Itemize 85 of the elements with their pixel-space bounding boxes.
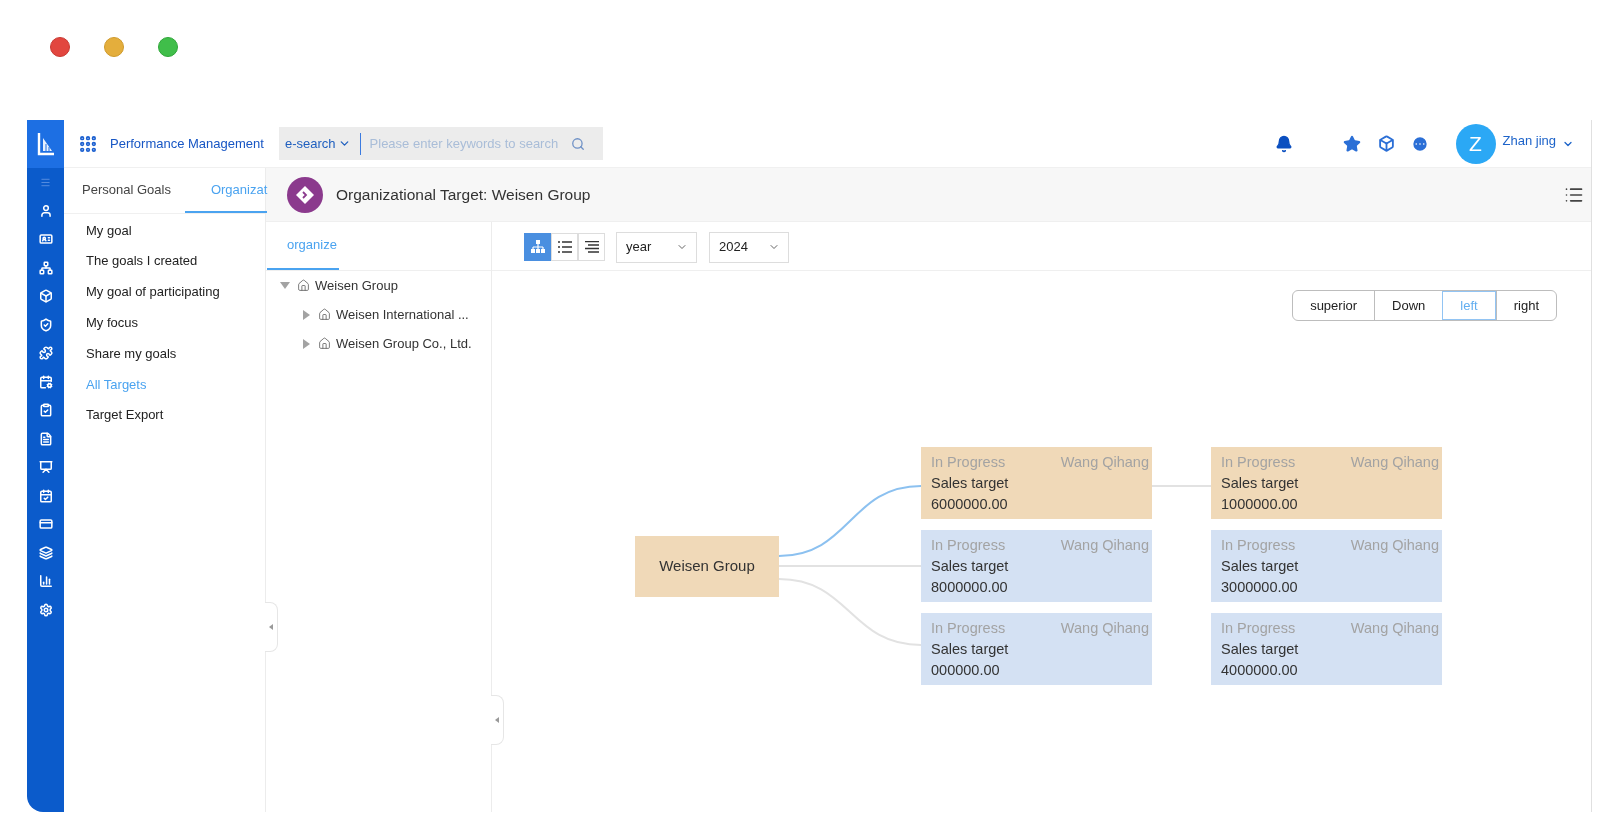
- status-text: In Progress: [931, 619, 1006, 638]
- org-chart-icon: [530, 240, 545, 254]
- nav-item[interactable]: Target Export: [64, 399, 265, 431]
- tree-item[interactable]: Weisen Group Co., Ltd.: [336, 333, 472, 354]
- direction-button[interactable]: right: [1495, 291, 1556, 320]
- caret-left-icon: [269, 624, 273, 630]
- network-icon[interactable]: [38, 260, 53, 275]
- nav-item[interactable]: The goals I created: [64, 245, 265, 277]
- goal-value: 1000000.00: [1221, 496, 1298, 512]
- goal-value: 3000000.00: [1221, 579, 1298, 595]
- goal-value: 6000000.00: [931, 496, 1008, 512]
- window-close-icon[interactable]: [50, 37, 70, 57]
- goal-name: Sales target: [1221, 475, 1299, 491]
- star-icon[interactable]: [1342, 134, 1361, 153]
- bell-icon[interactable]: [1274, 134, 1293, 153]
- calendar-gear-icon[interactable]: [38, 374, 53, 389]
- caret-left-icon: [495, 717, 499, 723]
- id-card-icon[interactable]: [38, 232, 53, 247]
- view-toggle-button[interactable]: [524, 233, 551, 261]
- settings-icon[interactable]: [38, 602, 53, 617]
- presentation-board-icon[interactable]: [38, 460, 53, 475]
- owner-name: Wang Qihang: [1060, 453, 1149, 472]
- card-icon[interactable]: [38, 517, 53, 532]
- search-scope-dropdown[interactable]: e-search: [285, 133, 351, 154]
- owner-name: Wang Qihang: [1350, 453, 1439, 472]
- goal-node[interactable]: In Progress Wang Qihang Sales target 000000.00: [921, 613, 1152, 685]
- search-field[interactable]: Please enter keywords to search: [369, 133, 571, 154]
- target-badge-icon: [287, 176, 323, 213]
- document-icon[interactable]: [38, 431, 53, 446]
- goal-name: Sales target: [1221, 558, 1299, 574]
- app-title[interactable]: Performance Management: [110, 133, 264, 154]
- period-select[interactable]: year: [616, 231, 697, 263]
- collapse-handle[interactable]: [265, 602, 278, 652]
- nav-item[interactable]: Share my goals: [64, 338, 265, 369]
- user-icon[interactable]: [38, 203, 53, 218]
- collapse-handle[interactable]: [491, 695, 504, 745]
- goal-name: Sales target: [931, 475, 1009, 491]
- list-icon: [557, 241, 572, 253]
- nav-item[interactable]: My goal: [64, 215, 265, 246]
- goal-name: Sales target: [1221, 641, 1299, 657]
- status-text: In Progress: [931, 453, 1006, 472]
- goal-value: 8000000.00: [931, 579, 1008, 595]
- lines-icon: [584, 241, 599, 253]
- goal-name: Sales target: [931, 558, 1009, 574]
- goal-value: 4000000.00: [1221, 662, 1298, 678]
- owner-name: Wang Qihang: [1350, 536, 1439, 555]
- goal-node[interactable]: In Progress Wang Qihang Sales target 6000000.00: [921, 447, 1152, 519]
- calendar-check-icon[interactable]: [38, 488, 53, 503]
- clipboard-check-icon[interactable]: [38, 403, 53, 418]
- goal-node[interactable]: In Progress Wang Qihang Sales target 1000000.00: [1211, 447, 1442, 519]
- puzzle-icon[interactable]: [38, 346, 53, 361]
- house-icon: [318, 337, 331, 350]
- goal-value: 000000.00: [931, 662, 1000, 678]
- cube-icon[interactable]: [1377, 135, 1395, 152]
- bar-chart-icon[interactable]: [38, 574, 53, 589]
- house-icon: [318, 308, 331, 321]
- tree-item[interactable]: Weisen International ...: [336, 304, 469, 325]
- goal-name: Sales target: [931, 641, 1009, 657]
- house-icon: [297, 279, 310, 292]
- user-menu[interactable]: Zhan jing: [1502, 130, 1574, 151]
- shield-check-icon[interactable]: [38, 317, 53, 332]
- nav-tab[interactable]: Personal Goals: [64, 168, 185, 213]
- status-text: In Progress: [1221, 453, 1296, 472]
- grid-icon[interactable]: [78, 133, 98, 154]
- layers-icon[interactable]: [38, 545, 53, 560]
- page-title: Organizational Target: Weisen Group: [336, 184, 591, 205]
- owner-name: Wang Qihang: [1060, 536, 1149, 555]
- tree-item[interactable]: Weisen Group: [315, 275, 398, 296]
- nav-item[interactable]: My focus: [64, 307, 265, 339]
- window-zoom-icon[interactable]: [158, 37, 178, 57]
- root-node[interactable]: Weisen Group: [635, 535, 779, 597]
- goal-node[interactable]: In Progress Wang Qihang Sales target 3000000.00: [1211, 530, 1442, 602]
- goal-node[interactable]: In Progress Wang Qihang Sales target 8000000.00: [921, 530, 1152, 602]
- logo-icon[interactable]: [36, 132, 55, 156]
- owner-name: Wang Qihang: [1350, 619, 1439, 638]
- search-box[interactable]: e-search Please enter keywords to search: [279, 127, 603, 160]
- direction-button[interactable]: superior: [1293, 291, 1375, 320]
- more-icon[interactable]: [1410, 134, 1429, 153]
- goal-node[interactable]: In Progress Wang Qihang Sales target 4000000.00: [1211, 613, 1442, 685]
- nav-item[interactable]: My goal of participating: [64, 276, 265, 308]
- status-text: In Progress: [1221, 619, 1296, 638]
- date-select[interactable]: 2024: [709, 231, 789, 263]
- status-text: In Progress: [931, 536, 1006, 555]
- owner-name: Wang Qihang: [1060, 619, 1149, 638]
- status-text: In Progress: [1221, 536, 1296, 555]
